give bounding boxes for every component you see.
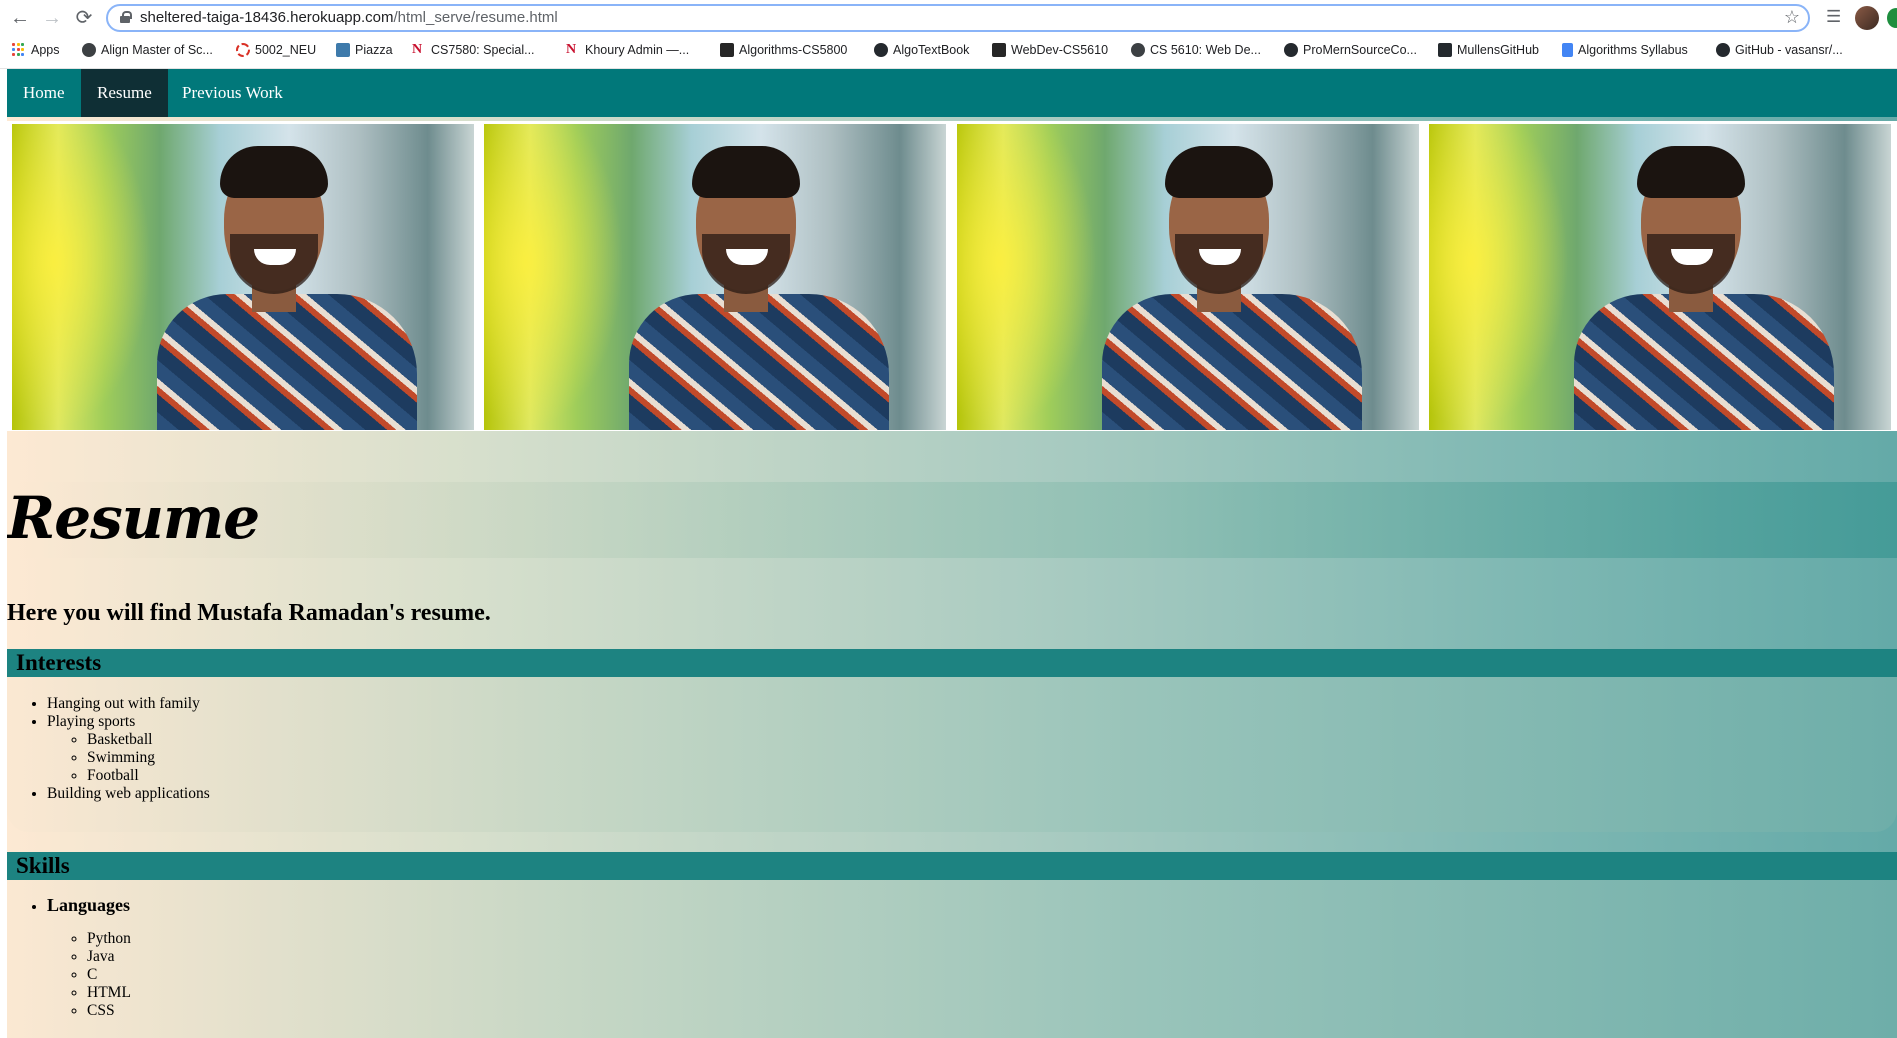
list-item: C: [87, 966, 131, 984]
languages-label: Languages: [47, 895, 131, 915]
languages-list: Python Java C HTML CSS: [87, 930, 131, 1020]
bookmark-label: GitHub - vasansr/...: [1735, 43, 1843, 57]
profile-photo: [1429, 124, 1891, 430]
url-path: /html_serve/resume.html: [393, 9, 558, 26]
blackboard-icon: [992, 43, 1006, 57]
github-icon: [1438, 43, 1452, 57]
bookmark-label: 5002_NEU: [255, 43, 317, 57]
bookmark-label: AlgoTextBook: [893, 43, 970, 57]
bookmark-label: ProMernSourceCo...: [1303, 43, 1417, 57]
list-item: HTML: [87, 984, 131, 1002]
bookmark-cs5610-web-dev[interactable]: CS 5610: Web De...: [1131, 43, 1261, 57]
forward-arrow-icon[interactable]: →: [40, 6, 64, 30]
list-item-label: Playing sports: [47, 713, 136, 730]
bookmark-khoury-admin[interactable]: N Khoury Admin —...: [566, 42, 690, 58]
site-navbar: Home Resume Previous Work: [7, 69, 1897, 117]
profile-avatar[interactable]: [1855, 6, 1879, 30]
globe-icon: [82, 43, 96, 57]
browser-toolbar: ← → ⟳ sheltered-taiga-18436.herokuapp.co…: [0, 0, 1897, 69]
bookmark-label: Khoury Admin —...: [585, 43, 690, 57]
skills-list: Languages Python Java C HTML CSS: [31, 894, 131, 1020]
title-band: [7, 482, 1897, 558]
list-item: Football: [87, 767, 210, 785]
skills-section: Languages Python Java C HTML CSS: [7, 880, 1897, 1038]
bookmark-5002-neu[interactable]: 5002_NEU: [236, 43, 316, 57]
list-item: Basketball: [87, 731, 210, 749]
list-item: Swimming: [87, 749, 210, 767]
url-host: sheltered-taiga-18436.herokuapp.com: [140, 9, 394, 26]
photo-strip: [7, 121, 1897, 431]
apps-grid-icon: [12, 43, 26, 57]
bookmark-label: CS 5610: Web De...: [1150, 43, 1261, 57]
page-title: Resume: [7, 484, 260, 552]
bookmark-star-icon[interactable]: ☆: [1784, 7, 1800, 28]
piazza-icon: [336, 43, 350, 57]
bookmark-align-master[interactable]: Align Master of Sc...: [82, 43, 213, 57]
bookmark-label: Align Master of Sc...: [101, 43, 213, 57]
bookmark-label: WebDev-CS5610: [1011, 43, 1109, 57]
nav-previous-work-link[interactable]: Previous Work: [166, 69, 299, 117]
northeastern-icon: N: [566, 42, 577, 57]
github-icon: [1716, 43, 1730, 57]
bookmark-label: Piazza: [355, 43, 393, 57]
northeastern-icon: N: [412, 42, 423, 57]
github-icon: [1284, 43, 1298, 57]
globe-icon: [1131, 43, 1145, 57]
reload-icon[interactable]: ⟳: [72, 6, 96, 30]
bookmark-promern-source[interactable]: ProMernSourceCo...: [1284, 43, 1417, 57]
bookmark-github-vasansr[interactable]: GitHub - vasansr/...: [1716, 43, 1843, 57]
interests-heading: Interests: [7, 649, 1897, 677]
bookmark-label: Apps: [31, 43, 60, 57]
bookmark-algotextbook[interactable]: AlgoTextBook: [874, 43, 969, 57]
profile-photo: [957, 124, 1419, 430]
extension-icon[interactable]: [1887, 8, 1897, 28]
list-item: Languages Python Java C HTML CSS: [47, 894, 131, 1020]
nav-resume-link[interactable]: Resume: [81, 69, 168, 117]
bookmark-label: MullensGitHub: [1457, 43, 1539, 57]
github-icon: [874, 43, 888, 57]
lock-icon[interactable]: [120, 11, 132, 23]
page-body: Home Resume Previous Work Resume Here yo…: [7, 69, 1897, 1038]
list-item: Java: [87, 948, 131, 966]
bookmark-label: Algorithms-CS5800: [739, 43, 848, 57]
sports-list: Basketball Swimming Football: [87, 731, 210, 785]
bookmark-algorithms-cs5800[interactable]: Algorithms-CS5800: [720, 43, 847, 57]
skills-heading: Skills: [7, 852, 1897, 880]
interests-section: Hanging out with family Playing sports B…: [7, 677, 1897, 832]
profile-photo: [484, 124, 946, 430]
interests-list: Hanging out with family Playing sports B…: [31, 695, 210, 803]
bookmark-mullens-github[interactable]: MullensGitHub: [1438, 43, 1539, 57]
list-item: Hanging out with family: [47, 695, 210, 713]
bookmark-cs7580[interactable]: N CS7580: Special...: [412, 42, 535, 58]
back-arrow-icon[interactable]: ←: [8, 6, 32, 30]
blackboard-icon: [720, 43, 734, 57]
bookmark-label: Algorithms Syllabus: [1578, 43, 1688, 57]
list-item: Playing sports Basketball Swimming Footb…: [47, 713, 210, 785]
address-bar[interactable]: sheltered-taiga-18436.herokuapp.com/html…: [106, 4, 1810, 32]
bookmark-label: CS7580: Special...: [431, 43, 535, 57]
docs-icon: [1562, 43, 1573, 57]
bookmark-algorithms-syllabus[interactable]: Algorithms Syllabus: [1562, 43, 1688, 57]
page-subtitle: Here you will find Mustafa Ramadan's res…: [7, 600, 491, 626]
nav-home-link[interactable]: Home: [7, 69, 81, 117]
url-text[interactable]: sheltered-taiga-18436.herokuapp.com/html…: [140, 9, 558, 26]
reading-list-icon[interactable]: ☰: [1826, 7, 1841, 27]
list-item: Building web applications: [47, 785, 210, 803]
list-item: CSS: [87, 1002, 131, 1020]
bookmark-apps[interactable]: Apps: [12, 43, 60, 57]
list-item: Python: [87, 930, 131, 948]
bookmark-piazza[interactable]: Piazza: [336, 43, 393, 57]
circle-dashed-icon: [236, 43, 250, 57]
profile-photo: [12, 124, 474, 430]
bookmark-webdev-cs5610[interactable]: WebDev-CS5610: [992, 43, 1108, 57]
bookmarks-bar: Apps Align Master of Sc... 5002_NEU Piaz…: [0, 40, 1897, 62]
